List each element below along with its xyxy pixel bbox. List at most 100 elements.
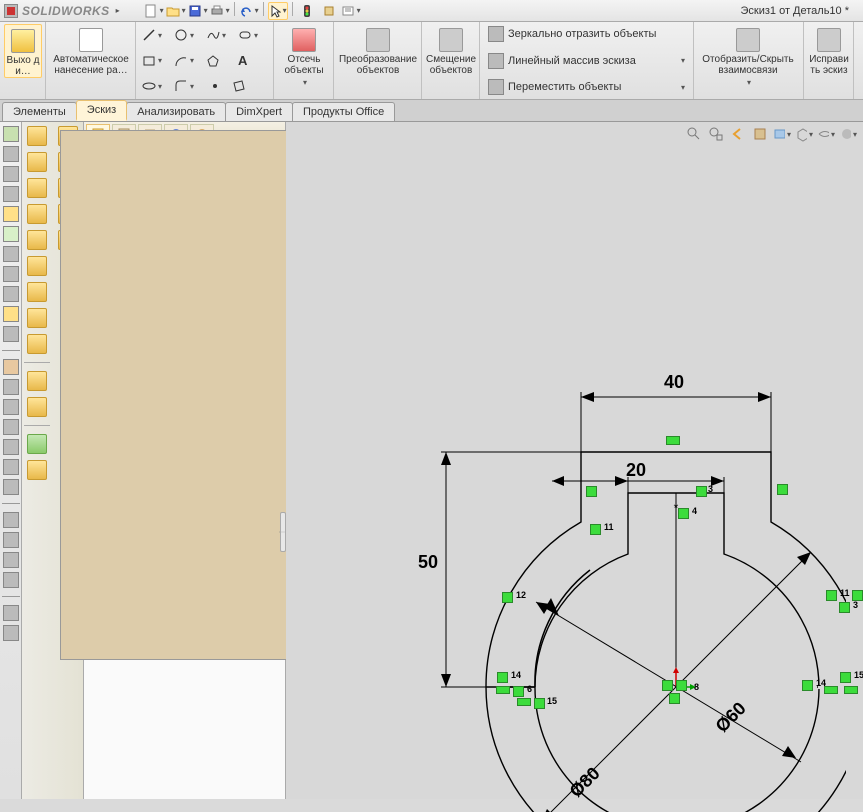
relation-mark[interactable] — [497, 672, 508, 683]
strip-icon[interactable] — [3, 439, 19, 455]
surf2-icon[interactable] — [27, 282, 47, 302]
smart-dimension-button[interactable]: Автоматическое нанесение ра… — [50, 24, 132, 76]
traffic-light-button[interactable] — [297, 2, 317, 20]
relation-mark[interactable] — [802, 680, 813, 691]
relation-horizontal[interactable] — [844, 686, 858, 694]
view-orient-icon[interactable]: ▾ — [795, 125, 813, 143]
relation-mark[interactable] — [513, 686, 524, 697]
polygon-tool[interactable] — [204, 51, 234, 71]
prev-view-icon[interactable] — [729, 125, 747, 143]
sweep-icon[interactable] — [27, 178, 47, 198]
plane-tool[interactable] — [228, 76, 250, 96]
open-button[interactable]: ▾ — [166, 2, 186, 20]
app-menu-dropdown[interactable]: ▸ — [116, 6, 120, 15]
relation-mark[interactable] — [502, 592, 513, 603]
relation-mark[interactable] — [678, 508, 689, 519]
strip-icon[interactable] — [3, 186, 19, 202]
strip-icon[interactable] — [3, 306, 19, 322]
tab-sketch[interactable]: Эскиз — [76, 100, 127, 121]
relation-horizontal[interactable] — [824, 686, 838, 694]
relation-mark[interactable] — [590, 524, 601, 535]
relation-mark[interactable] — [662, 680, 673, 691]
boundary-icon[interactable] — [27, 230, 47, 250]
strip-icon[interactable] — [3, 166, 19, 182]
strip-icon[interactable] — [3, 625, 19, 641]
tab-features[interactable]: Элементы — [2, 102, 77, 121]
appearance-icon[interactable]: ▾ — [839, 125, 857, 143]
move-entities-button[interactable]: Переместить объекты▾ — [484, 77, 689, 97]
rebuild-button[interactable] — [319, 2, 339, 20]
loft-icon[interactable] — [27, 204, 47, 224]
dim-40[interactable]: 40 — [664, 372, 684, 393]
repair-sketch-button[interactable]: Исправить эскиз — [808, 24, 850, 76]
exit-sketch-button[interactable]: Выхо д и… — [4, 24, 42, 78]
tree-sketch1[interactable]: Эскиз1 — [88, 314, 281, 330]
save-button[interactable]: ▾ — [188, 2, 208, 20]
relation-horizontal[interactable] — [666, 436, 680, 445]
relation-vertical[interactable] — [777, 484, 788, 495]
display-style-icon[interactable]: ▾ — [773, 125, 791, 143]
circle-tool[interactable]: ▾ — [172, 25, 202, 45]
text-tool[interactable]: A — [236, 51, 266, 71]
panel-splitter[interactable]: ⋮ — [280, 512, 286, 552]
strip-icon[interactable] — [3, 552, 19, 568]
chamfer-feat-icon[interactable] — [27, 397, 47, 417]
options-button[interactable]: ▾ — [341, 2, 361, 20]
strip-icon[interactable] — [3, 226, 19, 242]
strip-icon[interactable] — [3, 126, 19, 142]
relation-horizontal[interactable] — [496, 686, 510, 694]
strip-icon[interactable] — [3, 246, 19, 262]
point-btn[interactable] — [204, 76, 226, 96]
undo-button[interactable]: ▾ — [239, 2, 259, 20]
strip-icon[interactable] — [3, 399, 19, 415]
line-tool[interactable]: ▾ — [140, 25, 170, 45]
rectangle-tool[interactable]: ▾ — [140, 51, 170, 71]
offset-entities-button[interactable]: Смещение объектов — [426, 24, 476, 76]
strip-icon[interactable] — [3, 266, 19, 282]
fillet-tool[interactable]: ▾ — [172, 76, 202, 96]
curve-icon[interactable] — [27, 460, 47, 480]
select-button[interactable]: ▾ — [268, 2, 288, 20]
tab-evaluate[interactable]: Анализировать — [126, 102, 226, 121]
zoom-fit-icon[interactable] — [685, 125, 703, 143]
relation-horizontal[interactable] — [517, 698, 531, 706]
strip-icon[interactable] — [3, 206, 19, 222]
relation-mark[interactable] — [669, 693, 680, 704]
relation-mark[interactable] — [840, 672, 851, 683]
strip-icon[interactable] — [3, 532, 19, 548]
relation-mark[interactable] — [826, 590, 837, 601]
surf1-icon[interactable] — [27, 256, 47, 276]
strip-icon[interactable] — [3, 379, 19, 395]
strip-icon[interactable] — [3, 419, 19, 435]
strip-icon[interactable] — [3, 479, 19, 495]
ellipse-tool[interactable]: ▾ — [236, 25, 266, 45]
relation-mark[interactable] — [534, 698, 545, 709]
surf3-icon[interactable] — [27, 308, 47, 328]
spline-feat-icon[interactable] — [27, 434, 47, 454]
tab-dimxpert[interactable]: DimXpert — [225, 102, 293, 121]
convert-entities-button[interactable]: Преобразование объектов — [338, 24, 418, 76]
strip-icon[interactable] — [3, 286, 19, 302]
relation-mark[interactable] — [586, 486, 597, 497]
strip-icon[interactable] — [3, 146, 19, 162]
strip-icon[interactable] — [3, 326, 19, 342]
fillet-feat-icon[interactable] — [27, 371, 47, 391]
strip-icon[interactable] — [3, 459, 19, 475]
strip-icon[interactable] — [3, 512, 19, 528]
point-tool[interactable]: ▾ — [140, 76, 170, 96]
graphics-area[interactable]: ▾ ▾ ▾ ▾ ⋮ — [286, 122, 863, 799]
strip-icon[interactable] — [3, 572, 19, 588]
revolve-boss-icon[interactable] — [27, 152, 47, 172]
extrude-boss-icon[interactable] — [27, 126, 47, 146]
zoom-area-icon[interactable] — [707, 125, 725, 143]
new-button[interactable]: ▾ — [144, 2, 164, 20]
strip-icon[interactable] — [3, 359, 19, 375]
trim-button[interactable]: Отсечь объекты ▾ — [278, 24, 330, 88]
mirror-entities-button[interactable]: Зеркально отразить объекты — [484, 24, 689, 44]
spline-tool[interactable]: ▾ — [204, 25, 234, 45]
section-view-icon[interactable] — [751, 125, 769, 143]
relation-mark[interactable] — [676, 680, 687, 691]
linear-pattern-button[interactable]: Линейный массив эскиза▾ — [484, 51, 689, 71]
show-relations-button[interactable]: Отобразить/Скрыть взаимосвязи ▾ — [698, 24, 798, 88]
dim-50[interactable]: 50 — [418, 552, 438, 573]
